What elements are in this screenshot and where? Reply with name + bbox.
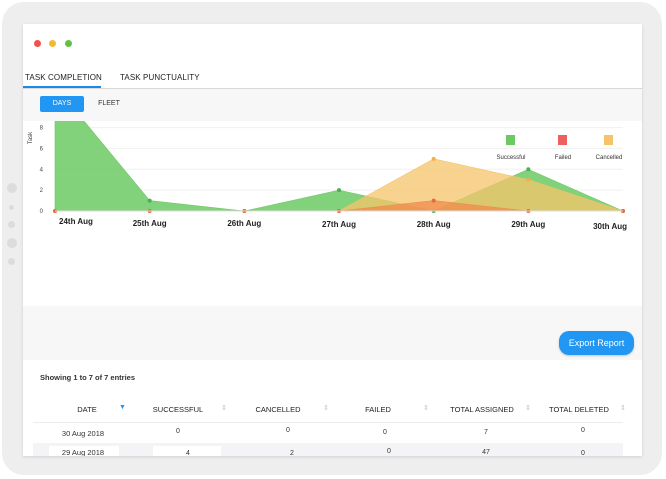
data-point-successful [526,167,531,172]
x-tick-label: 28th Aug [417,220,451,229]
x-tick-label: 29th Aug [511,220,545,229]
task-completion-chart: 02468101214Task24th Aug25th Aug26th Aug2… [28,63,627,231]
sort-icon[interactable]: ⇕ [525,404,531,412]
sort-desc-icon[interactable]: ▼ [119,404,126,411]
cell-failed: 0 [387,448,391,455]
days-toggle-button[interactable]: DAYS [40,96,84,112]
column-header-total-assigned[interactable]: TOTAL ASSIGNED [437,405,527,414]
chart-panel: 02468101214Task24th Aug25th Aug26th Aug2… [23,63,642,306]
close-window-icon[interactable] [34,40,41,47]
sort-icon[interactable]: ⇕ [221,404,227,412]
entries-table: Showing 1 to 7 of 7 entries DATE ▼ SUCCE… [23,360,642,456]
app-window: TASK COMPLETION TASK PUNCTUALITY DAYS FL… [23,24,642,456]
tab-task-punctuality[interactable]: TASK PUNCTUALITY [120,73,200,82]
cell-failed: 0 [383,429,387,436]
sort-icon[interactable]: ⇕ [620,404,626,412]
column-header-cancelled[interactable]: CANCELLED [243,405,313,414]
tab-bar: TASK COMPLETION TASK PUNCTUALITY [23,68,642,89]
active-tab-indicator [23,86,101,88]
table-row[interactable]: 30 Aug 2018 0 0 0 7 0 [33,422,623,443]
column-header-date[interactable]: DATE [65,405,109,414]
y-tick-label: 0 [40,209,44,215]
data-point-cancelled [431,156,436,161]
cell-total-deleted: 0 [581,427,585,434]
cell-cancelled: 0 [286,427,290,434]
legend-label-successful: Successful [496,155,525,161]
y-tick-label: 4 [40,167,44,173]
cell-successful: 4 [186,450,190,456]
export-report-button[interactable]: Export Report [559,331,634,355]
data-point-failed [431,198,436,203]
column-header-failed[interactable]: FAILED [348,405,408,414]
y-tick-label: 8 [40,126,44,132]
table-row[interactable]: 29 Aug 2018 4 2 0 47 0 [33,443,623,456]
data-point-cancelled [526,177,531,182]
data-point-successful [147,198,152,203]
y-tick-label: 2 [40,188,44,194]
x-tick-label: 30th Aug [593,222,627,231]
cell-date: 30 Aug 2018 [61,429,105,438]
y-axis-label: Task [28,131,34,144]
cell-total-assigned: 7 [484,429,488,436]
sort-icon[interactable]: ⇕ [423,404,429,412]
y-tick-label: 6 [40,146,44,152]
tab-task-completion[interactable]: TASK COMPLETION [25,73,102,82]
x-tick-label: 24th Aug [59,217,93,226]
cell-total-assigned: 47 [482,449,490,456]
cell-cancelled: 2 [290,450,294,456]
x-tick-label: 26th Aug [227,219,261,228]
maximize-window-icon[interactable] [65,40,72,47]
legend-swatch-failed [558,135,567,145]
entries-count-text: Showing 1 to 7 of 7 entries [40,373,136,382]
data-point-successful [337,188,341,193]
title-bar [23,24,642,64]
fleet-toggle-button[interactable]: FLEET [89,96,129,112]
legend-swatch-successful [506,135,515,145]
sort-icon[interactable]: ⇕ [323,404,329,412]
x-tick-label: 27th Aug [322,220,356,229]
column-header-total-deleted[interactable]: TOTAL DELETED [538,405,620,414]
legend-swatch-cancelled [604,135,613,145]
x-tick-label: 25th Aug [133,219,167,228]
column-header-successful[interactable]: SUCCESSFUL [143,405,213,414]
legend-label-cancelled: Cancelled [596,155,623,161]
cell-total-deleted: 0 [581,450,585,456]
cell-successful: 0 [176,428,180,435]
minimize-window-icon[interactable] [49,40,56,47]
cell-date: 29 Aug 2018 [61,448,105,456]
main-content: DAYS FLEET 02468101214Task24th Aug25th A… [23,63,642,456]
legend-label-failed: Failed [555,155,571,161]
